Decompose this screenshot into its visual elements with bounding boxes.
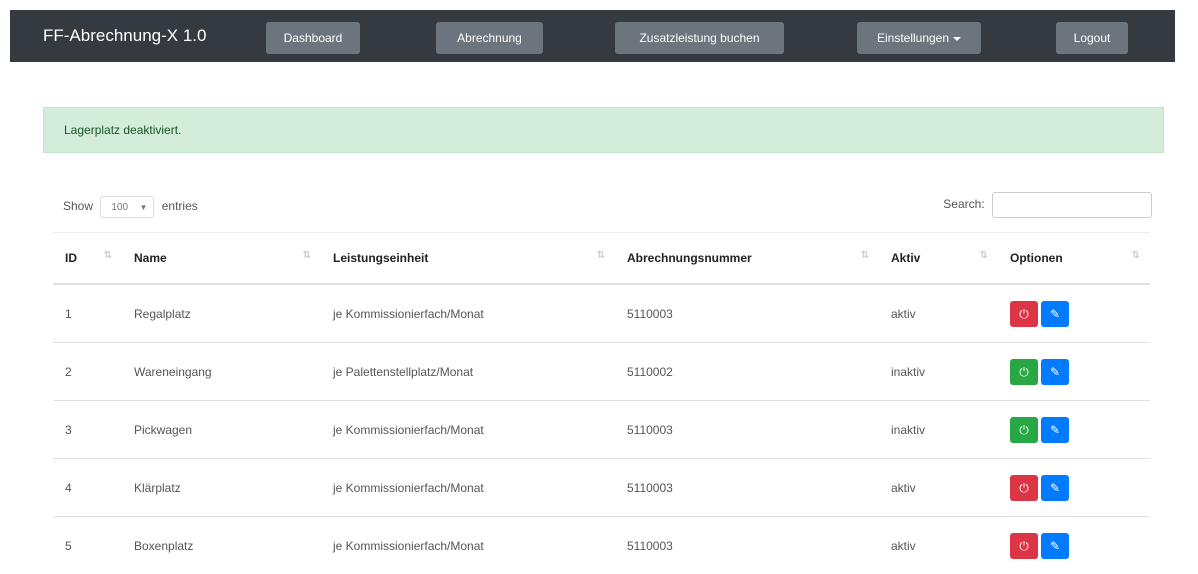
toggle-status-button[interactable]: ⏻ — [1010, 301, 1038, 327]
sort-icon: ⇅ — [1132, 250, 1140, 261]
cell-leistungseinheit: je Kommissionierfach/Monat — [321, 284, 615, 343]
nav-einstellungen-dropdown[interactable]: Einstellungen — [857, 22, 981, 54]
table-row: 4 Klärplatz je Kommissionierfach/Monat 5… — [53, 459, 1150, 517]
cell-abrechnungsnummer: 5110003 — [615, 459, 879, 517]
cell-name: Klärplatz — [122, 459, 321, 517]
power-icon: ⏻ — [1019, 423, 1029, 437]
column-label: Name — [134, 251, 167, 265]
cell-optionen: ⏻✎ — [998, 343, 1150, 401]
cell-aktiv: aktiv — [879, 517, 998, 574]
edit-icon: ✎ — [1050, 481, 1060, 495]
sort-icon: ⇅ — [303, 250, 311, 261]
cell-optionen: ⏻✎ — [998, 459, 1150, 517]
cell-id: 1 — [53, 284, 122, 343]
cell-leistungseinheit: je Kommissionierfach/Monat — [321, 401, 615, 459]
entries-select[interactable]: 100 ▼ — [100, 196, 154, 218]
sort-icon: ⇅ — [104, 250, 112, 261]
toggle-status-button[interactable]: ⏻ — [1010, 417, 1038, 443]
power-icon: ⏻ — [1019, 481, 1029, 495]
column-label: Aktiv — [891, 251, 920, 265]
column-header-abrechnungsnummer[interactable]: Abrechnungsnummer ⇅ — [615, 233, 879, 285]
cell-leistungseinheit: je Palettenstellplatz/Monat — [321, 343, 615, 401]
table-row: 1 Regalplatz je Kommissionierfach/Monat … — [53, 284, 1150, 343]
column-header-aktiv[interactable]: Aktiv ⇅ — [879, 233, 998, 285]
cell-optionen: ⏻✎ — [998, 401, 1150, 459]
column-label: ID — [65, 251, 77, 265]
nav-abrechnung-button[interactable]: Abrechnung — [436, 22, 543, 54]
caret-down-icon — [953, 37, 961, 41]
entries-label: entries — [162, 199, 198, 213]
entries-length-control: Show 100 ▼ entries — [63, 193, 198, 219]
cell-id: 5 — [53, 517, 122, 574]
cell-name: Pickwagen — [122, 401, 321, 459]
power-icon: ⏻ — [1019, 307, 1029, 321]
app-title[interactable]: FF-Abrechnung-X 1.0 — [43, 10, 206, 62]
cell-id: 2 — [53, 343, 122, 401]
cell-aktiv: inaktiv — [879, 343, 998, 401]
services-table: ID ⇅ Name ⇅ Leistungseinheit ⇅ Abrechnungsn… — [53, 232, 1150, 574]
cell-optionen: ⏻✎ — [998, 284, 1150, 343]
column-label: Leistungseinheit — [333, 251, 428, 265]
nav-einstellungen-label: Einstellungen — [877, 31, 949, 45]
success-alert: Lagerplatz deaktiviert. — [43, 107, 1164, 153]
search-control: Search: — [943, 190, 1152, 218]
power-icon: ⏻ — [1019, 539, 1029, 553]
column-header-name[interactable]: Name ⇅ — [122, 233, 321, 285]
nav-dashboard-button[interactable]: Dashboard — [266, 22, 360, 54]
cell-leistungseinheit: je Kommissionierfach/Monat — [321, 459, 615, 517]
table-row: 3 Pickwagen je Kommissionierfach/Monat 5… — [53, 401, 1150, 459]
column-header-id[interactable]: ID ⇅ — [53, 233, 122, 285]
table-row: 5 Boxenplatz je Kommissionierfach/Monat … — [53, 517, 1150, 574]
edit-button[interactable]: ✎ — [1041, 533, 1069, 559]
edit-button[interactable]: ✎ — [1041, 417, 1069, 443]
toggle-status-button[interactable]: ⏻ — [1010, 475, 1038, 501]
column-label: Optionen — [1010, 251, 1063, 265]
cell-abrechnungsnummer: 5110002 — [615, 343, 879, 401]
top-navbar: FF-Abrechnung-X 1.0 Dashboard Abrechnung… — [10, 10, 1175, 62]
edit-icon: ✎ — [1050, 307, 1060, 321]
toggle-status-button[interactable]: ⏻ — [1010, 359, 1038, 385]
cell-aktiv: inaktiv — [879, 401, 998, 459]
entries-select-value: 100 — [111, 202, 128, 213]
power-icon: ⏻ — [1019, 365, 1029, 379]
edit-button[interactable]: ✎ — [1041, 301, 1069, 327]
cell-name: Regalplatz — [122, 284, 321, 343]
column-header-leistungseinheit[interactable]: Leistungseinheit ⇅ — [321, 233, 615, 285]
edit-icon: ✎ — [1050, 423, 1060, 437]
table-header-row: ID ⇅ Name ⇅ Leistungseinheit ⇅ Abrechnungsn… — [53, 233, 1150, 285]
cell-id: 3 — [53, 401, 122, 459]
cell-abrechnungsnummer: 5110003 — [615, 284, 879, 343]
cell-abrechnungsnummer: 5110003 — [615, 517, 879, 574]
column-label: Abrechnungsnummer — [627, 251, 752, 265]
cell-leistungseinheit: je Kommissionierfach/Monat — [321, 517, 615, 574]
nav-logout-button[interactable]: Logout — [1056, 22, 1128, 54]
search-label: Search: — [943, 197, 984, 211]
cell-aktiv: aktiv — [879, 459, 998, 517]
show-label: Show — [63, 199, 93, 213]
sort-icon: ⇅ — [980, 250, 988, 261]
search-input[interactable] — [992, 192, 1152, 218]
edit-button[interactable]: ✎ — [1041, 359, 1069, 385]
cell-name: Wareneingang — [122, 343, 321, 401]
table-row: 2 Wareneingang je Palettenstellplatz/Mon… — [53, 343, 1150, 401]
cell-aktiv: aktiv — [879, 284, 998, 343]
chevron-down-icon: ▼ — [139, 197, 147, 219]
cell-id: 4 — [53, 459, 122, 517]
cell-optionen: ⏻✎ — [998, 517, 1150, 574]
cell-name: Boxenplatz — [122, 517, 321, 574]
nav-zusatzleistung-button[interactable]: Zusatzleistung buchen — [615, 22, 784, 54]
sort-icon: ⇅ — [861, 250, 869, 261]
edit-icon: ✎ — [1050, 365, 1060, 379]
cell-abrechnungsnummer: 5110003 — [615, 401, 879, 459]
sort-icon: ⇅ — [597, 250, 605, 261]
column-header-optionen[interactable]: Optionen ⇅ — [998, 233, 1150, 285]
edit-icon: ✎ — [1050, 539, 1060, 553]
toggle-status-button[interactable]: ⏻ — [1010, 533, 1038, 559]
edit-button[interactable]: ✎ — [1041, 475, 1069, 501]
